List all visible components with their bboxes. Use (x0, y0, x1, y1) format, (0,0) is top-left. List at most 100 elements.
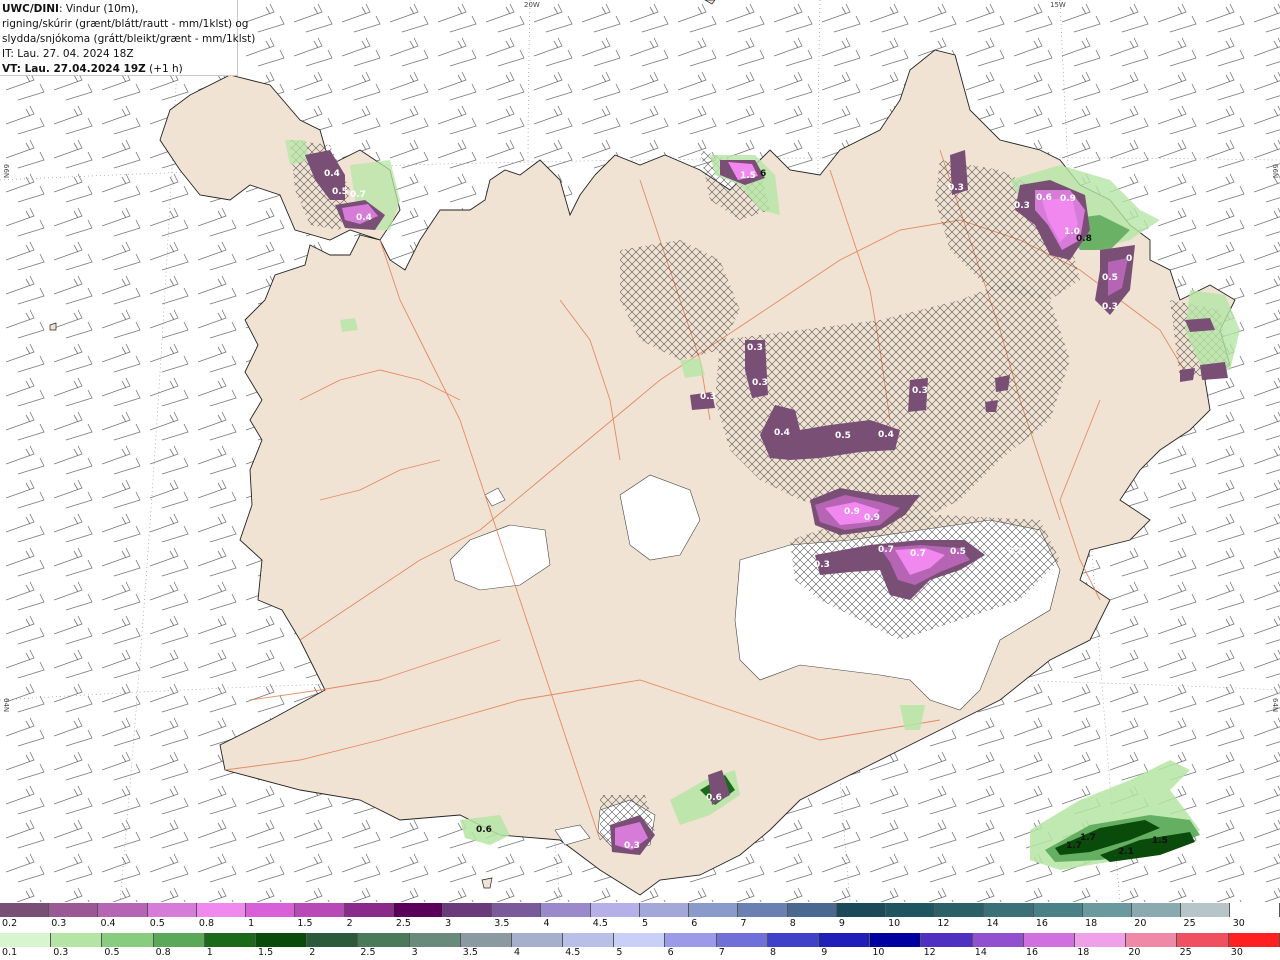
rain-scale-swatch (563, 933, 615, 947)
snow-scale-swatch (1181, 903, 1231, 917)
longitude-label-20w: 20W (524, 1, 540, 9)
rain-scale-swatch (716, 933, 768, 947)
latitude-label-66n-right: 66N (1271, 164, 1279, 179)
forecast-offset: (+1 h) (145, 63, 183, 75)
snow-scale-label: 1.5 (297, 918, 313, 929)
snow-scale-swatch (295, 903, 345, 917)
snow-scale-swatches (0, 903, 1280, 917)
precip-label: 0.3 (912, 386, 928, 396)
initial-time: IT: Lau. 27. 04. 2024 18Z (2, 48, 134, 60)
snow-scale-swatch (1082, 903, 1133, 917)
rain-scale-swatch (409, 933, 461, 947)
snow-scale-label: 8 (789, 918, 796, 929)
snow-scale-swatch (836, 903, 886, 917)
precip-label: 0.5 (332, 187, 348, 197)
info-line-1: UWC/DINI: Vindur (10m), (2, 2, 237, 17)
precip-label: 0.7 (910, 549, 926, 559)
snow-scale-swatch (246, 903, 296, 917)
rain-scale-label: 6 (667, 947, 674, 958)
precip-label: 1.5 (740, 171, 756, 181)
map-canvas: 0.4 0.5 0.7 0.4 1.5 6 0.3 0.3 0.6 0.9 1.… (0, 0, 1280, 903)
precip-label: 0.9 (844, 507, 860, 517)
precip-label: 0.7 (878, 545, 894, 555)
snow-scale-swatch (1132, 903, 1182, 917)
snow-scale-label: 0.2 (2, 918, 18, 929)
rain-scale-label: 0.5 (104, 947, 120, 958)
info-line-3: slydda/snjókoma (grátt/bleikt/grænt - mm… (2, 33, 256, 45)
snow-scale-label: 6 (691, 918, 698, 929)
rain-scale-swatch (102, 933, 154, 947)
rain-scale-swatch (1023, 933, 1075, 947)
snow-scale-swatch (984, 903, 1034, 917)
precip-label: 0 (1126, 254, 1132, 264)
rain-scale-label: 9 (821, 947, 828, 958)
precip-label: 0.6 (706, 793, 722, 803)
rain-scale-label: 3.5 (462, 947, 478, 958)
snow-scale-swatch (442, 903, 493, 917)
snow-scale-swatch (738, 903, 788, 917)
snow-scale-label: 20 (1134, 918, 1147, 929)
rain-scale-label: 0.3 (53, 947, 69, 958)
precip-label: 0.5 (1102, 273, 1118, 283)
snow-scale-swatch (1230, 903, 1280, 917)
precip-label: 0.4 (878, 430, 894, 440)
rain-scale-label: 4 (514, 947, 521, 958)
iceland-map: 0.4 0.5 0.7 0.4 1.5 6 0.3 0.3 0.6 0.9 1.… (0, 0, 1280, 903)
snow-scale-label: 0.3 (51, 918, 67, 929)
precip-label: 0.8 (1076, 234, 1092, 244)
rain-scale-swatch (819, 933, 871, 947)
snow-scale-swatch (393, 903, 443, 917)
snow-scale-label: 3.5 (494, 918, 510, 929)
precip-label: 0.3 (1008, 547, 1024, 557)
info-line-2: rigning/skúrir (grænt/blátt/rautt - mm/1… (2, 18, 249, 30)
rain-scale-swatch (511, 933, 564, 947)
precip-label: 0.5 (835, 431, 851, 441)
rain-scale-label: 14 (974, 947, 987, 958)
rain-scale-swatch (870, 933, 922, 947)
map-info-box: UWC/DINI: Vindur (10m), rigning/skúrir (… (0, 0, 256, 76)
rain-scale-label: 7 (718, 947, 725, 958)
precip-label: 0.3 (700, 392, 716, 402)
snow-scale-swatch (196, 903, 247, 917)
snow-scale-swatch (885, 903, 936, 917)
rain-scale-swatch (255, 933, 308, 947)
rain-scale-label: 25 (1179, 947, 1192, 958)
rain-scale-swatch (153, 933, 205, 947)
precip-label: 0.9 (864, 513, 880, 523)
rain-scale-swatch (358, 933, 410, 947)
precip-label: 2.1 (1118, 847, 1134, 857)
snow-scale-swatch (541, 903, 591, 917)
precip-label: 1.5 (1152, 836, 1168, 846)
rain-scale-label: 0.1 (2, 947, 18, 958)
rain-scale-label: 8 (770, 947, 777, 958)
rain-scale-label: 0.8 (155, 947, 171, 958)
rain-scale-swatch (204, 933, 256, 947)
weather-map-view: 0.4 0.5 0.7 0.4 1.5 6 0.3 0.3 0.6 0.9 1.… (0, 0, 1280, 960)
precip-label: 0.6 (1036, 193, 1052, 203)
snow-scale-labels: 0.2 0.3 0.4 0.5 0.8 1 1.5 2 2.5 3 3.5 4 4.5 5 6 7 8 9 10 12… (0, 918, 1280, 931)
precip-label: 1.7 (1080, 833, 1096, 843)
snow-scale-swatch (1033, 903, 1083, 917)
precip-label: 0.9 (1060, 194, 1076, 204)
snow-scale-label: 3 (445, 918, 452, 929)
rain-scale-label: 16 (1026, 947, 1039, 958)
rain-scale-label: 18 (1077, 947, 1090, 958)
snow-scale-swatch (935, 903, 985, 917)
precip-label: 0.7 (350, 190, 366, 200)
precip-label: 0.3 (1014, 201, 1030, 211)
rain-scale-label: 1 (206, 947, 213, 958)
snow-scale-label: 0.5 (149, 918, 165, 929)
precip-label: 0.3 (1102, 302, 1118, 312)
precip-label: 0.4 (356, 213, 372, 223)
snow-scale-label: 10 (888, 918, 901, 929)
snow-scale-label: 0.4 (100, 918, 116, 929)
precip-label: 0.3 (624, 841, 640, 851)
snow-scale-label: 4 (543, 918, 550, 929)
rain-scale-swatch (460, 933, 512, 947)
info-line-1-text: : Vindur (10m), (58, 3, 139, 15)
rain-scale-label: 20 (1128, 947, 1141, 958)
snow-scale-swatch (98, 903, 148, 917)
snow-scale-label: 7 (740, 918, 747, 929)
rain-scale-swatch (0, 933, 52, 947)
snow-scale-label: 14 (986, 918, 999, 929)
